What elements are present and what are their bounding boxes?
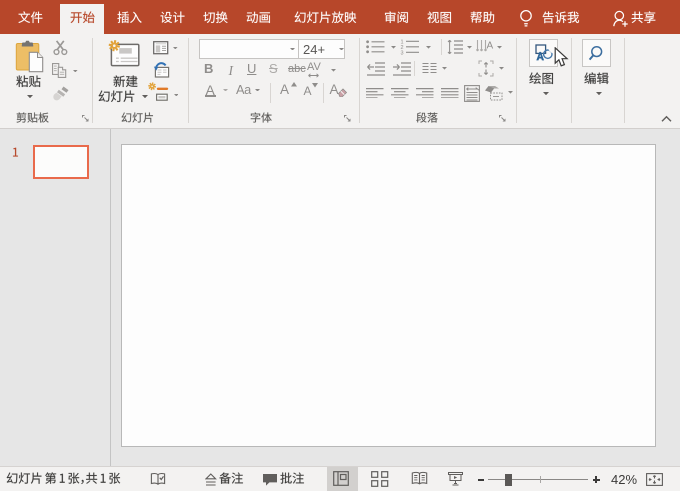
- svg-text:3: 3: [401, 51, 404, 56]
- svg-text:A: A: [487, 41, 494, 52]
